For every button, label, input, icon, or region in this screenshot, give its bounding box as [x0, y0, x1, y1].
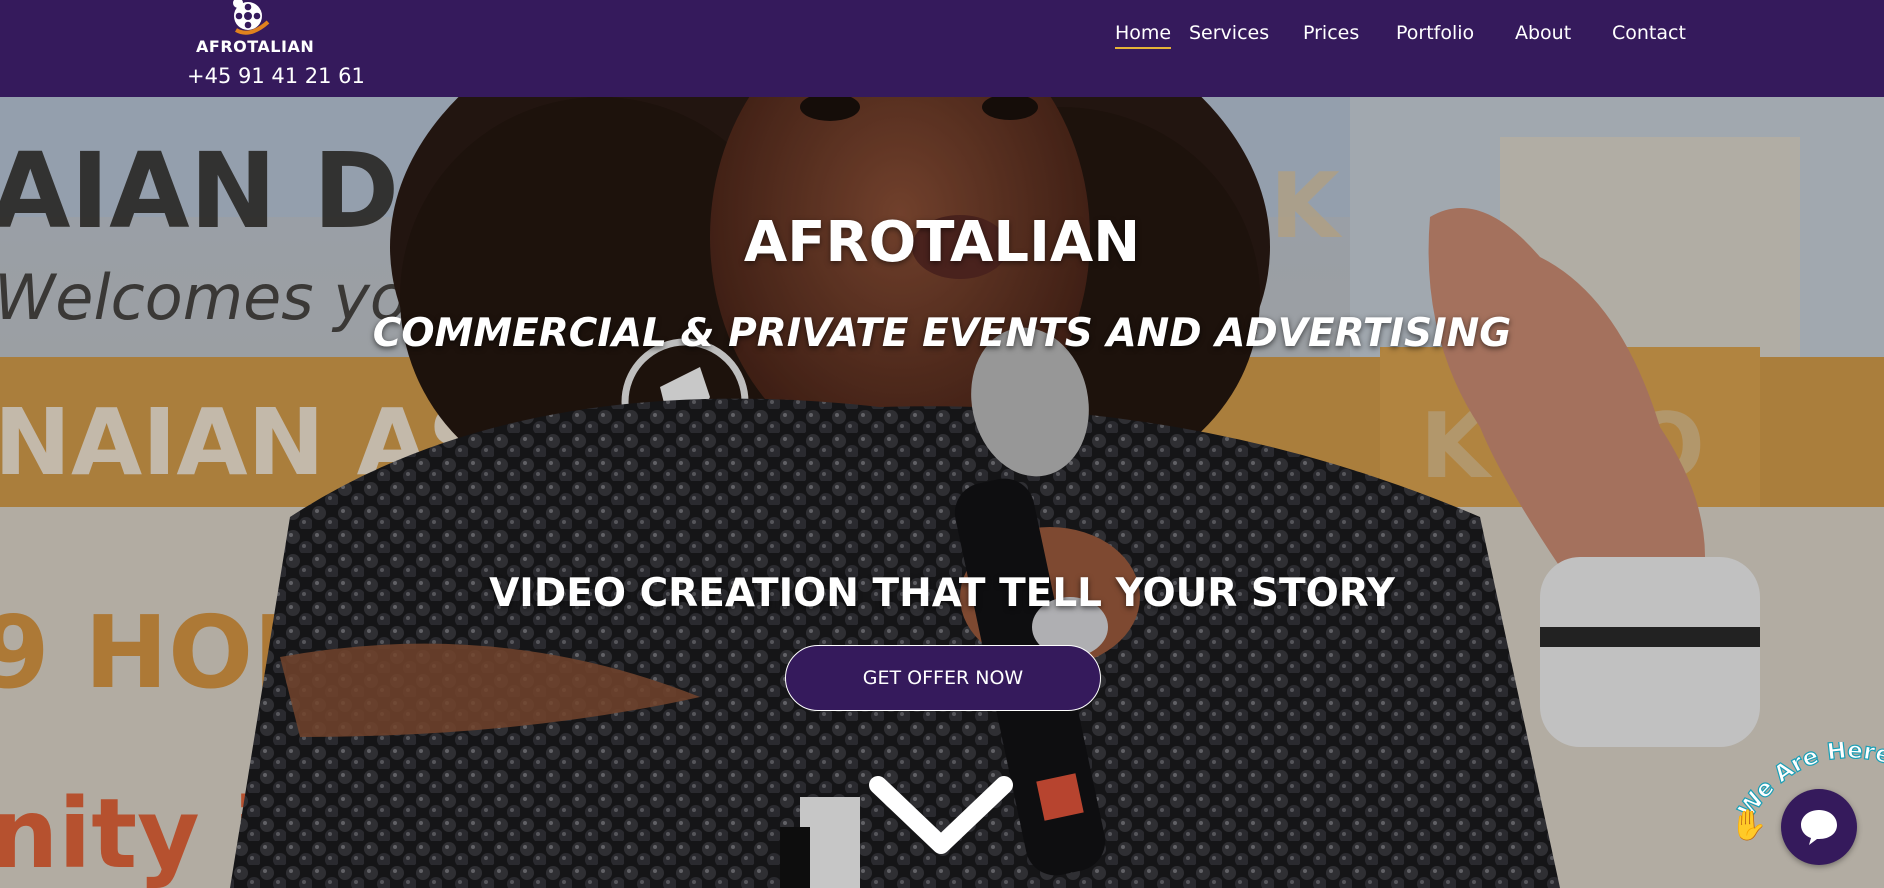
nav-about[interactable]: About	[1515, 18, 1571, 48]
film-reel-icon	[233, 0, 270, 35]
logo[interactable]: AFROTALIAN	[196, 0, 316, 58]
hero-subtitle: COMMERCIAL & PRIVATE EVENTS AND ADVERTIS…	[372, 311, 1512, 356]
nav-home[interactable]: Home	[1115, 18, 1172, 49]
waving-hand-icon: ✋	[1730, 808, 1768, 843]
nav-services[interactable]: Services	[1189, 18, 1269, 48]
hero-tagline: VIDEO CREATION THAT TELL YOUR STORY	[489, 571, 1395, 616]
chevron-down-icon[interactable]	[868, 773, 1014, 863]
nav-prices[interactable]: Prices	[1303, 18, 1359, 48]
hero-section: AIAN D Welcomes yo NAIAN ASSO 9 HOM nity…	[0, 97, 1884, 888]
logo-text: AFROTALIAN	[196, 37, 315, 56]
nav-contact[interactable]: Contact	[1612, 18, 1686, 48]
hero-title: AFROTALIAN	[743, 210, 1141, 275]
get-offer-button[interactable]: GET OFFER NOW	[785, 645, 1101, 711]
chat-bubble-icon	[1801, 810, 1837, 845]
nav-portfolio[interactable]: Portfolio	[1396, 18, 1474, 48]
chat-button[interactable]	[1781, 789, 1857, 865]
phone-number[interactable]: +45 91 41 21 61	[187, 64, 365, 88]
site-header: AFROTALIAN +45 91 41 21 61 Home Services…	[0, 0, 1884, 97]
